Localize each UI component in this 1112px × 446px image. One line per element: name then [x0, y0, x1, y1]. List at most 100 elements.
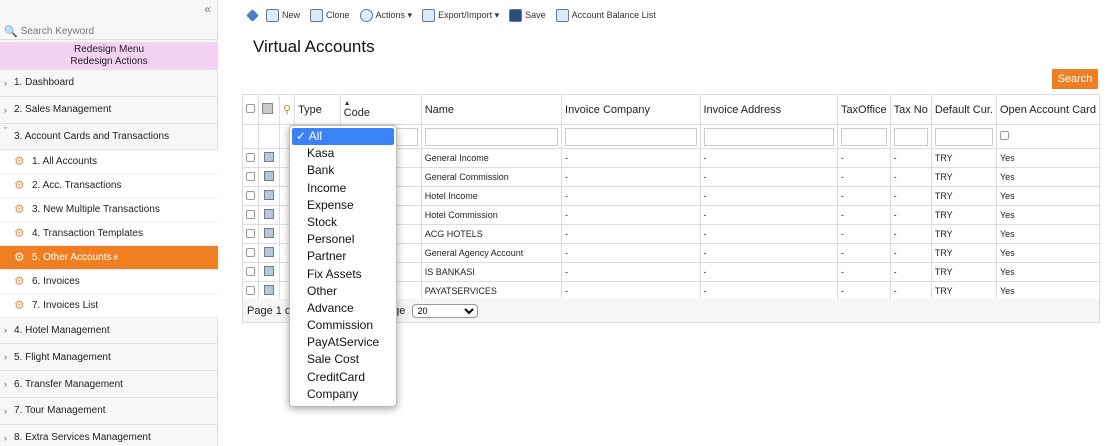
- open-account-filter-checkbox[interactable]: [999, 131, 1009, 140]
- type-option[interactable]: Personel: [290, 231, 396, 248]
- sidebar-item-extra-services[interactable]: › 8. Extra Services Management: [0, 425, 218, 446]
- sidebar-item-tour-management[interactable]: › 7. Tour Management: [0, 398, 218, 425]
- filter-cell: [995, 124, 1101, 149]
- sidebar-subitem-acc-transactions[interactable]: ⚙ 2. Acc. Transactions: [0, 173, 218, 198]
- type-option[interactable]: Expense: [290, 197, 396, 214]
- invoice-address-filter-input[interactable]: [703, 127, 834, 146]
- clone-label: Clone: [326, 10, 350, 20]
- row-checkbox[interactable]: [246, 228, 255, 238]
- navigate-icon[interactable]: [246, 8, 259, 22]
- sidebar-item-label: 7. Tour Management: [14, 405, 106, 417]
- per-page-select[interactable]: 20: [412, 303, 479, 318]
- type-option[interactable]: Partner: [290, 248, 396, 265]
- row-checkbox[interactable]: [246, 266, 255, 276]
- column-invoice-company[interactable]: Invoice Company: [561, 94, 701, 125]
- export-import-button[interactable]: Export/Import ▾: [419, 8, 502, 22]
- row-checkbox[interactable]: [246, 285, 255, 295]
- edit-icon[interactable]: [264, 171, 274, 181]
- filter-cell: [561, 124, 701, 149]
- type-option[interactable]: Bank: [290, 162, 396, 179]
- row-checkbox[interactable]: [246, 171, 255, 181]
- column-open-account-card[interactable]: Open Account Card: [995, 94, 1101, 125]
- edit-icon[interactable]: [264, 209, 274, 219]
- save-button[interactable]: Save: [506, 8, 549, 22]
- invoice-address-value: -: [703, 248, 707, 258]
- type-option[interactable]: Other: [290, 283, 396, 300]
- type-option[interactable]: Commission: [290, 317, 396, 334]
- chevron-right-icon: ›: [4, 379, 7, 390]
- edit-icon[interactable]: [264, 247, 274, 257]
- sidebar-item-flight-management[interactable]: › 5. Flight Management: [0, 344, 218, 372]
- gear-icon: [359, 8, 373, 22]
- type-option-label: Bank: [307, 163, 335, 178]
- open-account-value: Yes: [999, 191, 1015, 201]
- search-button[interactable]: Search: [1052, 69, 1098, 89]
- row-checkbox[interactable]: [246, 190, 255, 200]
- sidebar-item-dashboard[interactable]: › 1. Dashboard: [0, 70, 218, 97]
- type-option[interactable]: Income: [290, 180, 396, 197]
- type-option[interactable]: Advance: [290, 300, 396, 317]
- column-invoice-address[interactable]: Invoice Address: [699, 94, 838, 125]
- search-keyword-input[interactable]: [20, 26, 211, 37]
- edit-icon[interactable]: [264, 152, 274, 162]
- default-cur-filter-input[interactable]: [934, 127, 993, 146]
- name-cell: Hotel Commission: [420, 205, 563, 225]
- currency-cell: TRY: [930, 186, 997, 206]
- select-all-checkbox[interactable]: [246, 103, 255, 113]
- collapse-sidebar-icon[interactable]: «: [204, 2, 211, 16]
- row-checkbox[interactable]: [246, 152, 255, 162]
- sidebar-subitem-transaction-templates[interactable]: ⚙ 4. Transaction Templates: [0, 221, 218, 246]
- edit-icon[interactable]: [264, 285, 274, 295]
- sidebar-subitem-other-accounts[interactable]: ⚙ 5. Other Accounts #: [0, 245, 218, 270]
- column-tax-no[interactable]: Tax No: [889, 94, 932, 125]
- type-option[interactable]: ✓ All: [292, 128, 394, 146]
- new-button[interactable]: New: [263, 8, 303, 22]
- tax-no-value: -: [893, 210, 897, 220]
- actions-button[interactable]: Actions ▾: [357, 8, 416, 22]
- columns-icon[interactable]: [262, 102, 273, 114]
- tax-office-cell: -: [836, 205, 891, 225]
- sidebar-item-transfer-management[interactable]: › 6. Transfer Management: [0, 371, 218, 398]
- sidebar-subitem-invoices-list[interactable]: ⚙ 7. Invoices List: [0, 293, 218, 318]
- type-option[interactable]: Company: [290, 386, 396, 403]
- open-account-value: Yes: [999, 248, 1015, 258]
- column-name[interactable]: Name: [420, 94, 563, 125]
- account-balance-list-button[interactable]: Account Balance List: [553, 8, 659, 22]
- column-default-cur[interactable]: Default Cur.: [930, 94, 997, 125]
- currency-cell: TRY: [930, 262, 997, 282]
- column-code[interactable]: ▲ Code: [339, 94, 422, 125]
- sidebar-item-sales-management[interactable]: › 2. Sales Management: [0, 97, 218, 124]
- column-type[interactable]: Type: [294, 94, 341, 125]
- type-option[interactable]: Kasa: [290, 145, 396, 162]
- tax-no-cell: -: [889, 167, 932, 187]
- type-option[interactable]: CreditCard: [290, 369, 396, 386]
- type-option[interactable]: Sale Cost: [290, 351, 396, 368]
- edit-icon[interactable]: [264, 190, 274, 200]
- open-account-cell: Yes: [995, 186, 1101, 206]
- sidebar-item-hotel-management[interactable]: › 4. Hotel Management: [0, 318, 218, 345]
- sidebar-item-account-cards[interactable]: ˇ 3. Account Cards and Transactions: [0, 124, 218, 150]
- invoice-company-filter-input[interactable]: [565, 127, 697, 146]
- sidebar-item-label: 5. Flight Management: [14, 351, 111, 363]
- redesign-actions-link[interactable]: Redesign Actions: [0, 56, 218, 68]
- column-tax-office[interactable]: TaxOffice: [836, 94, 891, 125]
- edit-icon[interactable]: [264, 228, 274, 238]
- name-filter-input[interactable]: [424, 127, 559, 146]
- type-option[interactable]: PayAtService: [290, 334, 396, 351]
- sidebar-subitem-all-accounts[interactable]: ⚙ 1. All Accounts: [0, 149, 218, 174]
- type-option[interactable]: Fix Assets: [290, 266, 396, 283]
- row-checkbox[interactable]: [246, 209, 255, 219]
- invoice-company-value: -: [565, 172, 569, 182]
- name-cell: PAYATSERVICES: [420, 281, 563, 301]
- sidebar-subitem-new-multiple-transactions[interactable]: ⚙ 3. New Multiple Transactions: [0, 197, 218, 222]
- tax-no-filter-input[interactable]: [893, 127, 928, 146]
- sidebar-subitem-invoices[interactable]: ⚙ 6. Invoices: [0, 269, 218, 294]
- row-checkbox[interactable]: [246, 247, 255, 257]
- tax-office-value: -: [840, 191, 844, 201]
- filter-icon[interactable]: ⚲: [283, 104, 291, 116]
- clone-button[interactable]: Clone: [307, 8, 353, 22]
- tax-office-filter-input[interactable]: [840, 127, 887, 146]
- edit-icon[interactable]: [264, 266, 274, 276]
- type-option[interactable]: Stock: [290, 214, 396, 231]
- redesign-menu-link[interactable]: Redesign Menu: [0, 44, 218, 56]
